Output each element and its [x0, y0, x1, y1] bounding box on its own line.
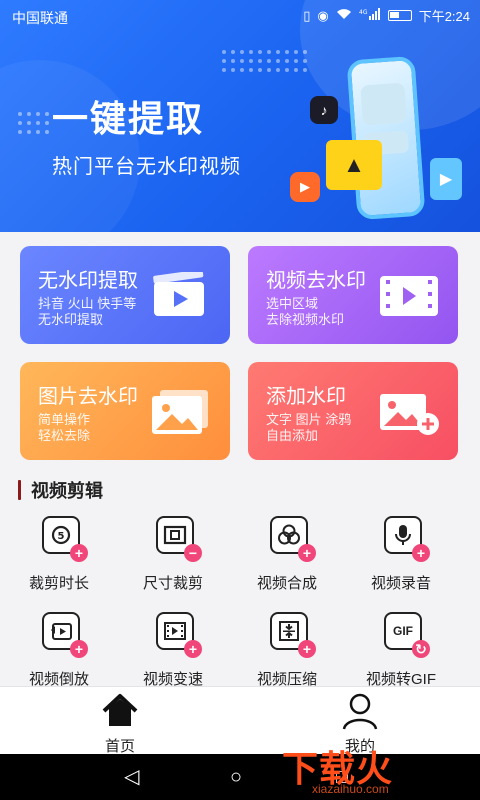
- video-clip-icon: [153, 272, 204, 316]
- battery-icon: [387, 10, 412, 21]
- tool-video-reverse[interactable]: + 视频倒放: [4, 612, 114, 692]
- home-icon: [102, 694, 138, 726]
- tool-video-merge[interactable]: + 视频合成: [232, 516, 342, 596]
- play-app-logo-icon: ▶: [430, 158, 462, 200]
- remove-badge-icon: −: [184, 544, 202, 562]
- banner-subtitle: 热门平台无水印视频: [52, 156, 241, 178]
- tool-video-to-gif[interactable]: GIF ↻ 视频转GIF: [346, 612, 456, 692]
- section-title-text: 视频剪辑: [31, 481, 103, 501]
- video-app-logo-icon: ▶: [290, 172, 320, 202]
- back-icon[interactable]: ◁: [124, 766, 139, 788]
- card-watermark-free-extract[interactable]: 无水印提取 抖音 火山 快手等 无水印提取: [20, 246, 230, 344]
- svg-text:5: 5: [58, 531, 65, 542]
- tiktok-logo-icon: ♪: [310, 96, 338, 124]
- vibrate-icon: ▯: [303, 7, 311, 23]
- image-icon: [152, 390, 208, 434]
- tool-trim-duration[interactable]: 5 + 裁剪时长: [4, 516, 114, 596]
- banner-dots-decoration: [18, 112, 49, 134]
- card-desc: 抖音 火山 快手等 无水印提取: [38, 296, 137, 327]
- phone-illustration: [346, 55, 426, 221]
- svg-text:4G: 4G: [359, 9, 368, 16]
- card-image-remove-watermark[interactable]: 图片去水印 简单操作 轻松去除: [20, 362, 230, 460]
- tool-label: 尺寸裁剪: [142, 575, 203, 592]
- add-badge-icon: +: [184, 640, 202, 658]
- card-desc: 简单操作 轻松去除: [38, 412, 91, 443]
- wifi-icon: [336, 7, 352, 25]
- tool-label: 视频合成: [256, 575, 317, 592]
- card-desc: 选中区域 去除视频水印: [266, 296, 345, 327]
- add-badge-icon: +: [298, 640, 316, 658]
- tool-video-record-audio[interactable]: + 视频录音: [346, 516, 456, 596]
- card-title: 图片去水印: [38, 386, 138, 408]
- card-video-remove-watermark[interactable]: 视频去水印 选中区域 去除视频水印: [248, 246, 458, 344]
- add-badge-icon: +: [412, 544, 430, 562]
- card-title: 添加水印: [266, 386, 346, 408]
- add-badge-icon: +: [70, 544, 88, 562]
- home-circle-icon[interactable]: ○: [230, 766, 242, 788]
- status-icons: ▯ ◉ 4G 下午2:24: [303, 6, 470, 25]
- banner-decoration: [0, 60, 140, 232]
- carrier-label: 中国联通: [12, 10, 68, 26]
- card-title: 视频去水印: [266, 270, 366, 292]
- site-watermark: 下载火 xiazaihuo.com: [282, 736, 480, 800]
- play-triangle-logo-icon: ▲: [326, 140, 382, 190]
- banner-dots-decoration: [222, 50, 307, 72]
- status-bar: 中国联通 ▯ ◉ 4G 下午2:24: [0, 0, 480, 32]
- phone-screen-card: [360, 82, 407, 126]
- tool-label: 视频录音: [370, 575, 431, 592]
- banner-title: 一键提取: [52, 98, 205, 139]
- image-add-icon: [380, 394, 439, 435]
- add-badge-icon: +: [70, 640, 88, 658]
- eye-comfort-icon: ◉: [317, 7, 329, 23]
- watermark-url: xiazaihuo.com: [312, 782, 389, 796]
- tool-video-compress[interactable]: + 视频压缩: [232, 612, 342, 692]
- signal-icon: 4G: [359, 7, 381, 25]
- card-add-watermark[interactable]: 添加水印 文字 图片 涂鸦 自由添加: [248, 362, 458, 460]
- hero-banner[interactable]: 中国联通 ▯ ◉ 4G 下午2:24 一键提取 热门平台无水印视频 ♪ ▲ ▶ …: [0, 0, 480, 232]
- nav-item-home[interactable]: 首页: [60, 691, 180, 755]
- tool-video-speed[interactable]: + 视频变速: [118, 612, 228, 692]
- card-desc: 文字 图片 涂鸦 自由添加: [266, 412, 352, 443]
- refresh-badge-icon: ↻: [412, 640, 430, 658]
- tool-size-crop[interactable]: − 尺寸裁剪: [118, 516, 228, 596]
- clock-label: 下午2:24: [418, 9, 470, 24]
- add-badge-icon: +: [298, 544, 316, 562]
- tool-label: 裁剪时长: [28, 575, 89, 592]
- gif-icon-text: GIF: [393, 624, 413, 638]
- card-title: 无水印提取: [38, 270, 138, 292]
- section-accent-bar: [18, 480, 21, 500]
- film-strip-icon: [380, 276, 438, 316]
- nav-label: 首页: [104, 738, 135, 755]
- user-icon: [342, 693, 378, 730]
- section-title: 视频剪辑: [18, 478, 103, 502]
